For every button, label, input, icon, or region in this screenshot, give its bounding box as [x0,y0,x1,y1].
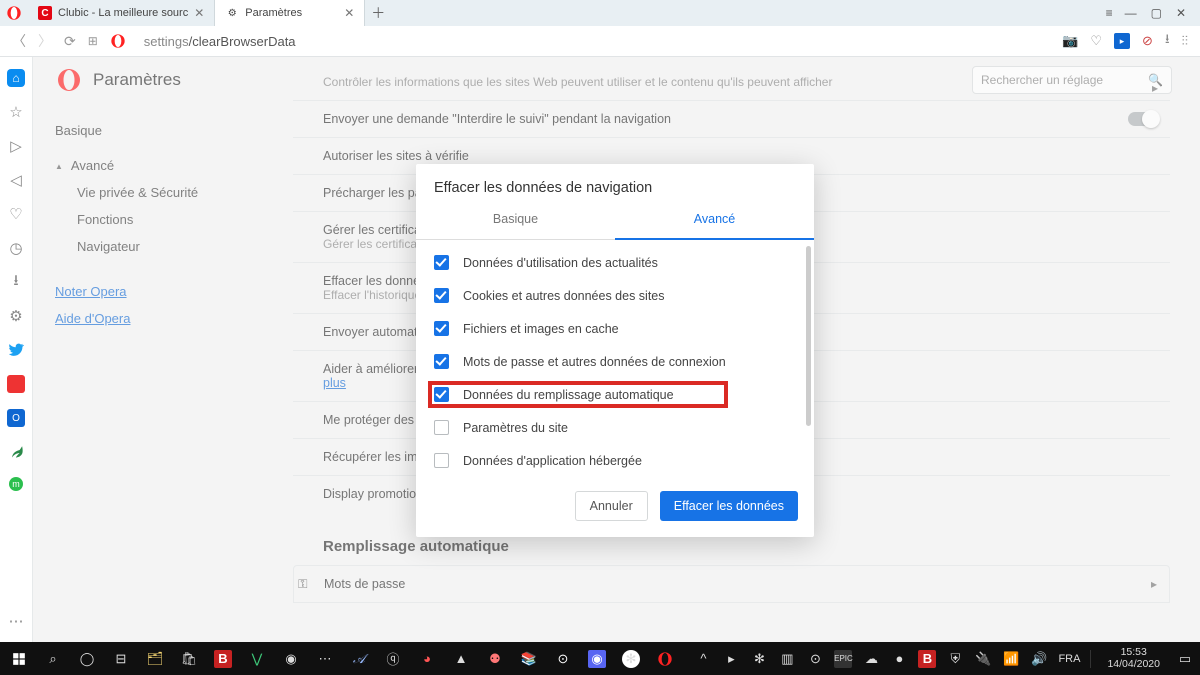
dialog-tab-basic[interactable]: Basique [416,206,615,240]
checkbox-icon[interactable] [434,288,449,303]
checkbox-icon[interactable] [434,255,449,270]
checkbox-icon[interactable] [434,321,449,336]
checkbox-icon[interactable] [434,387,449,402]
modal-overlay: Effacer les données de navigation Basiqu… [0,0,1200,675]
checkbox-icon[interactable] [434,453,449,468]
checkbox-icon[interactable] [434,420,449,435]
opt-cookies[interactable]: Cookies et autres données des sites [416,279,814,312]
clear-data-dialog: Effacer les données de navigation Basiqu… [416,164,814,537]
dialog-tab-advanced[interactable]: Avancé [615,206,814,240]
opt-site-settings[interactable]: Paramètres du site [416,411,814,444]
clear-data-button[interactable]: Effacer les données [660,491,798,521]
opt-passwords[interactable]: Mots de passe et autres données de conne… [416,345,814,378]
dialog-tabs: Basique Avancé [416,206,814,240]
dialog-title: Effacer les données de navigation [416,164,814,206]
opt-news-data[interactable]: Données d'utilisation des actualités [416,246,814,279]
checkbox-icon[interactable] [434,354,449,369]
cancel-button[interactable]: Annuler [575,491,648,521]
opt-cache[interactable]: Fichiers et images en cache [416,312,814,345]
opt-hosted-apps[interactable]: Données d'application hébergée [416,444,814,477]
opt-autofill[interactable]: Données du remplissage automatique [416,378,814,411]
